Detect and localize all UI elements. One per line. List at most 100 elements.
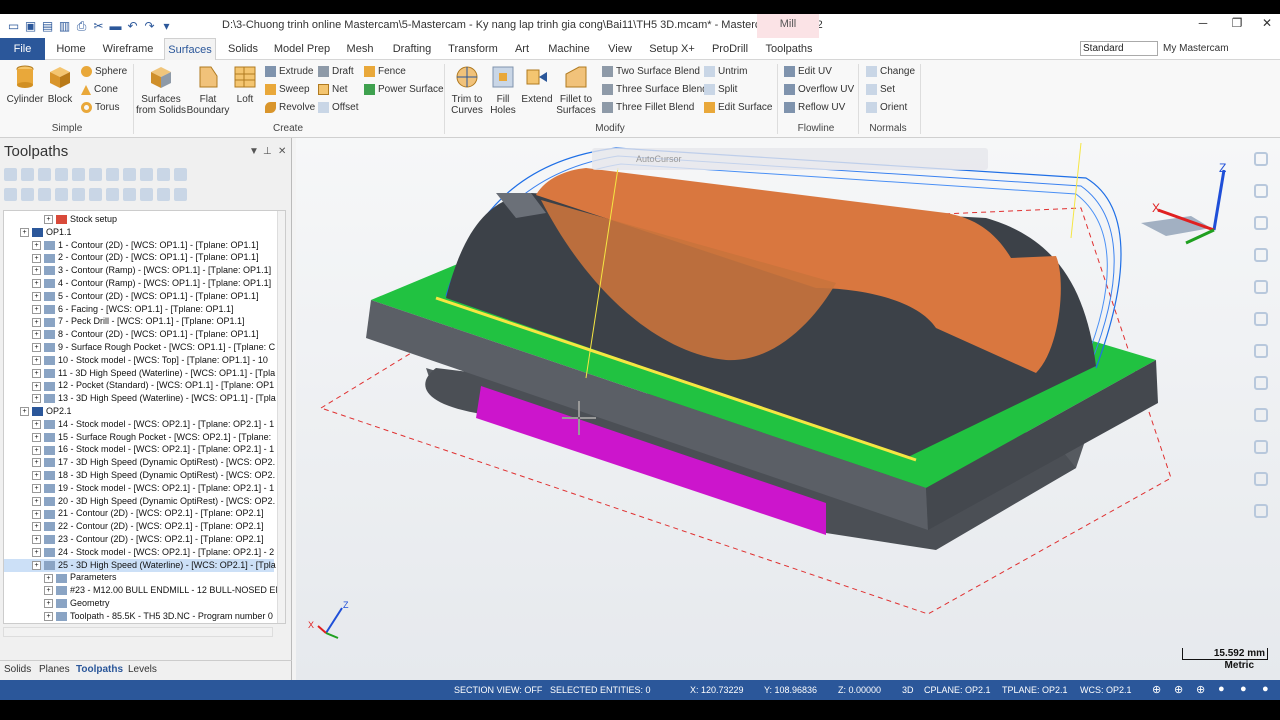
section-view-status[interactable]: SECTION VIEW: OFF (454, 685, 542, 695)
expand-toggle-icon[interactable]: + (44, 611, 53, 621)
settings-icon[interactable] (1254, 472, 1268, 486)
expand-toggle-icon[interactable]: + (44, 599, 53, 609)
tree-row[interactable]: +21 - Contour (2D) - [WCS: OP2.1] - [Tpl… (4, 507, 274, 520)
globe3-icon[interactable]: ⊕ (1196, 683, 1205, 696)
expand-toggle-icon[interactable]: + (32, 355, 41, 365)
tab-art[interactable]: Art (510, 38, 534, 60)
expand-toggle-icon[interactable]: + (32, 266, 41, 276)
print-icon[interactable]: ⎙ (74, 19, 89, 34)
customize-qa-icon[interactable]: ▾ (159, 19, 174, 34)
help-icon[interactable] (174, 168, 187, 181)
cone-button[interactable]: Cone (81, 84, 118, 95)
tree-row[interactable]: +17 - 3D High Speed (Dynamic OptiRest) -… (4, 456, 275, 469)
wcs-status[interactable]: WCS: OP2.1 (1080, 685, 1132, 695)
tab-view[interactable]: View (604, 38, 636, 60)
scroll-icon[interactable] (106, 188, 119, 201)
select-icon[interactable] (21, 168, 34, 181)
redo-icon[interactable]: ↷ (142, 19, 157, 34)
rotate-icon[interactable] (1254, 216, 1268, 230)
new-file-icon[interactable]: ▭ (6, 19, 21, 34)
panel-close-icon[interactable]: ✕ (278, 146, 286, 157)
expand-toggle-icon[interactable]: + (44, 586, 53, 596)
expand-toggle-icon[interactable]: + (32, 560, 41, 570)
highfeed-icon[interactable] (140, 168, 153, 181)
tree-row[interactable]: +20 - 3D High Speed (Dynamic OptiRest) -… (4, 495, 275, 508)
trim-to-curves-button[interactable]: Trim to Curves (448, 64, 486, 116)
backplot-icon[interactable] (72, 168, 85, 181)
expand-toggle-icon[interactable]: + (32, 547, 41, 557)
tree-row[interactable]: +4 - Contour (Ramp) - [WCS: OP1.1] - [Tp… (4, 277, 274, 290)
display-icon[interactable] (1254, 440, 1268, 454)
sphere-button[interactable]: Sphere (81, 66, 127, 77)
expand-toggle-icon[interactable]: + (44, 573, 53, 583)
tree-row[interactable]: +2 - Contour (2D) - [WCS: OP1.1] - [Tpla… (4, 251, 274, 264)
filter-icon[interactable] (174, 188, 187, 201)
tplane-status[interactable]: TPLANE: OP2.1 (1002, 685, 1068, 695)
loft-button[interactable]: Loft (230, 64, 260, 105)
open-icon[interactable]: ▤ (40, 19, 55, 34)
tree-row[interactable]: +22 - Contour (2D) - [WCS: OP2.1] - [Tpl… (4, 520, 274, 533)
save-icon[interactable]: ▣ (23, 19, 38, 34)
fit-icon[interactable] (1254, 248, 1268, 262)
expand-toggle-icon[interactable]: + (32, 381, 41, 391)
mode-3d[interactable]: 3D (902, 685, 914, 695)
y-coordinate[interactable]: Y: 108.96836 (764, 685, 817, 695)
tab-wireframe[interactable]: Wireframe (100, 38, 156, 60)
tree-row[interactable]: +12 - Pocket (Standard) - [WCS: OP1.1] -… (4, 379, 274, 392)
tab-solids[interactable]: Solids (224, 38, 262, 60)
tab-drafting[interactable]: Drafting (388, 38, 436, 60)
tab-planes-manager[interactable]: Planes (39, 664, 70, 675)
three-fillet-blend-button[interactable]: Three Fillet Blend (602, 102, 694, 113)
two-surface-blend-button[interactable]: Two Surface Blend (602, 66, 700, 77)
tree-row[interactable]: +10 - Stock model - [WCS: Top] - [Tplane… (4, 354, 274, 367)
tree-row[interactable]: +7 - Peck Drill - [WCS: OP1.1] - [Tplane… (4, 315, 274, 328)
x-coordinate[interactable]: X: 120.73229 (690, 685, 744, 695)
tab-home[interactable]: Home (52, 38, 90, 60)
expand-toggle-icon[interactable]: + (32, 522, 41, 532)
expand-toggle-icon[interactable]: + (32, 471, 41, 481)
torus-button[interactable]: Torus (81, 102, 119, 113)
expand-toggle-icon[interactable]: + (32, 253, 41, 263)
tree-row[interactable]: +11 - 3D High Speed (Waterline) - [WCS: … (4, 367, 275, 380)
move-up-icon[interactable] (72, 188, 85, 201)
overflow-uv-button[interactable]: Overflow UV (784, 84, 854, 95)
tree-row[interactable]: +3 - Contour (Ramp) - [WCS: OP1.1] - [Tp… (4, 264, 274, 277)
normal-change-button[interactable]: Change (866, 66, 915, 77)
regen-dirty-icon[interactable] (55, 168, 68, 181)
tree-row[interactable]: +1 - Contour (2D) - [WCS: OP1.1] - [Tpla… (4, 239, 274, 252)
tree-row[interactable]: +14 - Stock model - [WCS: OP2.1] - [Tpla… (4, 418, 274, 431)
expand-toggle-icon[interactable]: + (32, 458, 41, 468)
tab-levels-manager[interactable]: Levels (128, 664, 157, 675)
tab-file[interactable]: File (0, 38, 45, 60)
tree-row[interactable]: +5 - Contour (2D) - [WCS: OP1.1] - [Tpla… (4, 290, 274, 303)
sweep-button[interactable]: Sweep (265, 84, 310, 95)
tree-row[interactable]: +18 - 3D High Speed (Dynamic OptiRest) -… (4, 469, 275, 482)
untrim-button[interactable]: Untrim (704, 66, 747, 77)
tree-row[interactable]: + #23 - M12.00 BULL ENDMILL - 12 BULL-NOS… (4, 584, 282, 597)
revolve-button[interactable]: Revolve (265, 102, 315, 113)
tree-row[interactable]: +9 - Surface Rough Pocket - [WCS: OP1.1]… (4, 341, 275, 354)
delete-icon[interactable] (157, 168, 170, 181)
z-coordinate[interactable]: Z: 0.00000 (838, 685, 881, 695)
expand-toggle-icon[interactable]: + (32, 240, 41, 250)
tree-row[interactable]: +16 - Stock model - [WCS: OP2.1] - [Tpla… (4, 443, 274, 456)
toggle-post-icon[interactable] (38, 188, 51, 201)
split-button[interactable]: Split (704, 84, 737, 95)
tree-row[interactable]: + Toolpath - 85.5K - TH5 3D.NC - Program … (4, 610, 274, 623)
shading-icon[interactable]: ● (1218, 683, 1225, 695)
expand-toggle-icon[interactable]: + (32, 394, 41, 404)
save-as-icon[interactable]: ▥ (57, 19, 72, 34)
power-surface-button[interactable]: Power Surface (364, 84, 444, 95)
collapse-icon[interactable] (157, 188, 170, 201)
single-display-icon[interactable] (123, 188, 136, 201)
tab-toolpaths[interactable]: Toolpaths (762, 38, 816, 60)
fence-button[interactable]: Fence (364, 66, 406, 77)
undo-icon[interactable]: ↶ (125, 19, 140, 34)
expand-toggle-icon[interactable]: + (32, 330, 41, 340)
section-icon[interactable] (1254, 408, 1268, 422)
expand-toggle-icon[interactable]: + (32, 432, 41, 442)
expand-toggle-icon[interactable]: + (32, 279, 41, 289)
shade-icon[interactable] (1254, 344, 1268, 358)
expand-toggle-icon[interactable]: + (32, 343, 41, 353)
tree-vertical-scrollbar[interactable] (277, 211, 285, 623)
